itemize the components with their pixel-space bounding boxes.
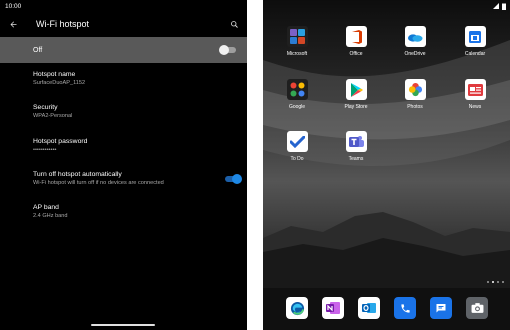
outlook-icon[interactable] — [358, 297, 380, 319]
dock — [263, 288, 510, 330]
todo-icon — [286, 131, 308, 152]
messages-icon[interactable] — [430, 297, 452, 319]
pref-title: AP band — [33, 204, 59, 211]
app-label: Google — [288, 104, 306, 110]
onedrive-icon — [404, 26, 426, 47]
app-teams[interactable]: Teams — [336, 131, 376, 162]
app-grid: Microsoft Office OneDrive Calendar Googl… — [263, 0, 510, 200]
pref-value: 2.4 GHz band — [33, 213, 68, 219]
pref-value: •••••••••••• — [33, 147, 57, 153]
security-pref[interactable]: Security WPA2-Personal — [33, 103, 243, 120]
hotspot-password-pref[interactable]: Hotspot password •••••••••••• — [33, 137, 243, 154]
gesture-nav-handle[interactable] — [91, 324, 155, 326]
app-label: OneDrive — [404, 51, 426, 57]
toggle-thumb — [219, 45, 229, 55]
app-office[interactable]: Office — [336, 26, 376, 57]
pref-title: Hotspot name — [33, 71, 76, 78]
teams-icon — [345, 131, 367, 152]
pref-title: Turn off hotspot automatically — [33, 171, 122, 178]
microsoft-folder-icon — [286, 26, 308, 47]
news-icon — [464, 79, 486, 100]
toggle-thumb — [232, 173, 242, 184]
app-label: Calendar — [464, 51, 486, 57]
photos-icon — [404, 79, 426, 100]
page-dot — [497, 281, 499, 283]
pref-title: Hotspot password — [33, 138, 88, 145]
settings-pane: 10:00 Wi-Fi hotspot Off Hotspot name Sur… — [0, 0, 247, 330]
pref-value: WPA2-Personal — [33, 113, 73, 119]
onenote-icon[interactable] — [322, 297, 344, 319]
screen-hinge — [247, 0, 263, 330]
page-dot — [487, 281, 489, 283]
edge-icon[interactable] — [286, 297, 308, 319]
app-label: Photos — [407, 104, 423, 110]
calendar-icon — [464, 26, 486, 47]
auto-off-toggle[interactable] — [224, 173, 242, 184]
phone-icon[interactable] — [394, 297, 416, 319]
home-screen: Microsoft Office OneDrive Calendar Googl… — [263, 0, 510, 330]
google-folder-icon — [286, 79, 308, 100]
app-todo[interactable]: To Do — [277, 131, 317, 162]
search-icon[interactable] — [228, 18, 240, 30]
status-bar-time: 10:00 — [5, 3, 22, 10]
master-switch-label: Off — [33, 46, 43, 54]
hotspot-name-pref[interactable]: Hotspot name SurfaceDuoAP_1152 — [33, 70, 243, 87]
office-icon — [345, 26, 367, 47]
app-microsoft[interactable]: Microsoft — [277, 26, 317, 57]
app-label: Microsoft — [286, 51, 308, 57]
pref-summary: Wi-Fi hotspot will turn off if no device… — [33, 180, 164, 186]
app-label: News — [468, 104, 482, 110]
app-google[interactable]: Google — [277, 79, 317, 110]
page-title: Wi-Fi hotspot — [36, 19, 90, 29]
page-dot-active — [492, 281, 494, 283]
hotspot-toggle[interactable] — [219, 45, 237, 55]
app-label: Play Store — [344, 104, 368, 110]
app-label: To Do — [290, 156, 304, 162]
auto-off-pref[interactable]: Turn off hotspot automatically Wi-Fi hot… — [33, 170, 242, 187]
page-dot — [502, 281, 504, 283]
pref-value: SurfaceDuoAP_1152 — [33, 80, 86, 86]
app-calendar[interactable]: Calendar — [455, 26, 495, 57]
play-store-icon — [345, 79, 367, 100]
app-label: Teams — [348, 156, 364, 162]
app-bar: Wi-Fi hotspot — [0, 12, 247, 36]
app-play-store[interactable]: Play Store — [336, 79, 376, 110]
camera-icon[interactable] — [466, 297, 488, 319]
app-photos[interactable]: Photos — [395, 79, 435, 110]
pref-text: Turn off hotspot automatically Wi-Fi hot… — [33, 170, 224, 187]
app-label: Office — [349, 51, 363, 57]
page-indicator — [487, 281, 504, 283]
app-news[interactable]: News — [455, 79, 495, 110]
app-onedrive[interactable]: OneDrive — [395, 26, 435, 57]
pref-title: Security — [33, 104, 58, 111]
ap-band-pref[interactable]: AP band 2.4 GHz band — [33, 203, 243, 220]
hotspot-master-switch-row[interactable]: Off — [0, 37, 247, 63]
arrow-back-icon[interactable] — [7, 18, 19, 30]
